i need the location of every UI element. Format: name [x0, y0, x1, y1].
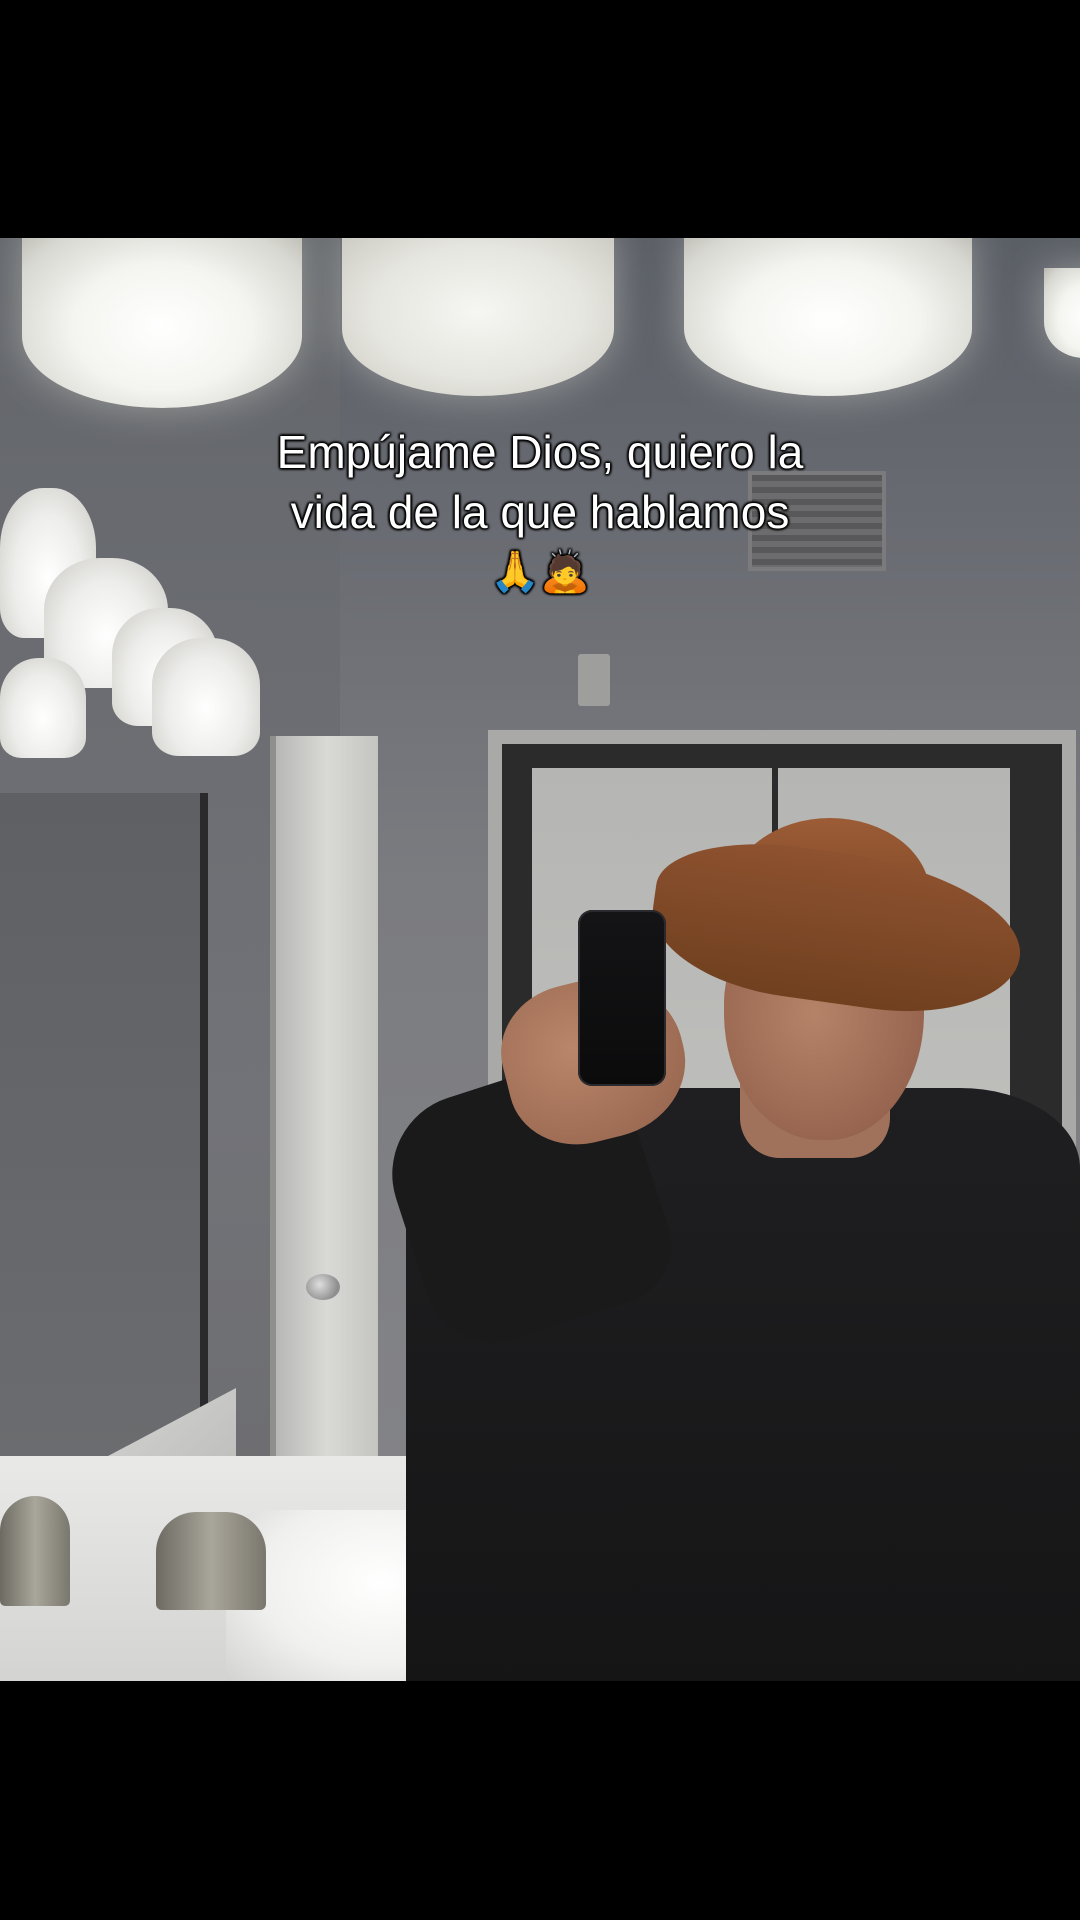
caption-emoji: 🙏🙇 [490, 549, 590, 595]
reflected-lamp-5 [0, 658, 86, 758]
ceiling-lamp-2 [342, 238, 614, 396]
ceiling-lamp-1 [22, 238, 302, 408]
light-switch [578, 654, 610, 706]
door-knob [306, 1274, 340, 1300]
letterbox-top [0, 0, 1080, 238]
mirror-reflection-panel [0, 793, 208, 1463]
reflected-faucet [0, 1496, 70, 1606]
smartphone [578, 910, 666, 1086]
video-caption: Empújame Dios, quiero la vida de la que … [140, 422, 940, 602]
caption-line-1: Empújame Dios, quiero la [276, 426, 804, 478]
ceiling-lamp-3 [684, 238, 972, 396]
letterbox-bottom [0, 1681, 1080, 1920]
reflected-lamp-4 [152, 638, 260, 756]
faucet [156, 1512, 266, 1610]
caption-line-2: vida de la que hablamos [290, 486, 790, 538]
